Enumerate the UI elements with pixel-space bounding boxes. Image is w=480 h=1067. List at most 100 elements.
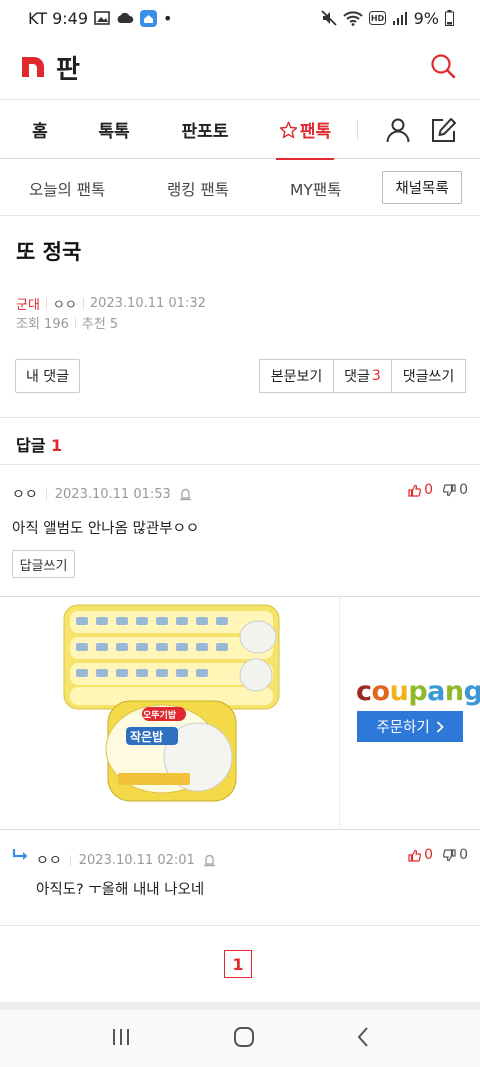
section-divider bbox=[0, 925, 480, 926]
comments-button[interactable]: 댓글 3 bbox=[334, 359, 392, 393]
coupang-logo-a: a bbox=[427, 676, 445, 707]
battery-icon bbox=[445, 10, 454, 26]
recent-apps-icon[interactable] bbox=[110, 1027, 132, 1051]
coupang-logo-g: g bbox=[463, 676, 480, 707]
thumb-up-button[interactable]: 0 bbox=[408, 482, 433, 498]
order-button[interactable]: 주문하기 bbox=[357, 711, 463, 742]
main-nav: 홈 톡톡 판포토 팬톡 bbox=[0, 101, 480, 160]
report-icon[interactable] bbox=[203, 853, 216, 867]
home-icon[interactable] bbox=[233, 1026, 255, 1052]
thumb-down-icon bbox=[443, 848, 456, 862]
home-app-icon bbox=[140, 9, 158, 27]
comment-item: ㅇㅇ 2023.10.11 01:53 0 0 아직 앨범도 안나옴 많관부ㅇㅇ… bbox=[0, 465, 480, 595]
post-author: ㅇㅇ bbox=[52, 298, 77, 313]
post-stats: 조회 196 추천 5 bbox=[16, 313, 118, 332]
comment-date: 2023.10.11 01:53 bbox=[54, 486, 171, 502]
cloud-icon bbox=[116, 12, 134, 24]
coupang-logo-u: u bbox=[389, 676, 409, 707]
meta-separator bbox=[74, 317, 76, 328]
logo[interactable]: 판 bbox=[20, 49, 80, 86]
tab-home[interactable]: 홈 bbox=[30, 101, 50, 159]
comment-date: 2023.10.11 02:01 bbox=[78, 852, 195, 868]
coupang-logo-n: n bbox=[444, 676, 464, 707]
status-bar: KT 9:49 • HD 9% bbox=[0, 0, 480, 36]
hd-icon: HD bbox=[368, 11, 386, 25]
mute-icon bbox=[320, 10, 337, 26]
comment-meta: ㅇㅇ 2023.10.11 02:01 bbox=[36, 850, 216, 870]
wifi-icon bbox=[342, 10, 363, 26]
star-icon bbox=[279, 120, 298, 139]
status-dot: • bbox=[163, 8, 173, 28]
post-title: 또 정국 bbox=[16, 240, 82, 264]
comment-meta: ㅇㅇ 2023.10.11 01:53 bbox=[12, 484, 192, 504]
comment-text: 아직 앨범도 안나옴 많관부ㅇㅇ bbox=[12, 521, 200, 537]
thumb-up-icon bbox=[408, 849, 422, 862]
gallery-icon bbox=[94, 11, 110, 25]
nav-divider bbox=[357, 120, 358, 140]
rice-tray-rows bbox=[70, 611, 273, 705]
subnav-ranking-fantok[interactable]: 랭킹 팬톡 bbox=[167, 178, 229, 200]
tab-fantok-label: 팬톡 bbox=[299, 122, 332, 142]
subnav-my-fantok[interactable]: MY팬톡 bbox=[290, 178, 341, 200]
post-recommends: 추천 5 bbox=[81, 317, 119, 332]
section-divider bbox=[0, 417, 480, 418]
pagination-current-page[interactable]: 1 bbox=[224, 950, 252, 978]
signal-icon bbox=[392, 11, 408, 25]
tab-panphoto-label: 판포토 bbox=[181, 122, 229, 142]
thumb-down-button[interactable]: 0 bbox=[443, 482, 468, 498]
comment-votes: 0 0 bbox=[408, 847, 468, 863]
order-button-label: 주문하기 bbox=[376, 720, 430, 736]
post-date: 2023.10.11 01:32 bbox=[89, 296, 206, 311]
my-comment-button[interactable]: 내 댓글 bbox=[15, 359, 80, 393]
coupang-logo-c: c bbox=[356, 676, 372, 707]
carrier-time: KT 9:49 bbox=[28, 8, 89, 28]
report-icon[interactable] bbox=[179, 487, 192, 501]
meta-separator bbox=[82, 298, 84, 309]
subnav-today-fantok[interactable]: 오늘의 팬톡 bbox=[29, 178, 105, 200]
app-title: 판 bbox=[56, 55, 80, 85]
ad-product-brand: 오뚜기밥 bbox=[143, 711, 177, 721]
write-icon[interactable] bbox=[430, 116, 458, 148]
user-icon[interactable] bbox=[385, 117, 411, 147]
tab-toktok-label: 톡톡 bbox=[98, 122, 130, 142]
comment-votes: 0 0 bbox=[408, 482, 468, 498]
coupang-logo-o: o bbox=[371, 676, 391, 707]
tab-home-label: 홈 bbox=[32, 122, 48, 142]
tab-panphoto[interactable]: 판포토 bbox=[178, 101, 232, 159]
coupang-logo-p: p bbox=[408, 676, 428, 707]
thumb-down-button[interactable]: 0 bbox=[443, 847, 468, 863]
write-comment-button[interactable]: 댓글쓰기 bbox=[392, 359, 466, 393]
post-category[interactable]: 군대 bbox=[16, 294, 40, 313]
thumb-up-count: 0 bbox=[424, 847, 434, 863]
chevron-right-icon bbox=[436, 720, 444, 733]
post-meta: 군대 ㅇㅇ 2023.10.11 01:32 bbox=[16, 294, 206, 313]
replies-label: 답글 bbox=[16, 436, 46, 455]
battery-percent: 9% bbox=[413, 8, 439, 28]
thumb-up-button[interactable]: 0 bbox=[408, 847, 433, 863]
comment-nick: ㅇㅇ bbox=[12, 487, 38, 503]
meta-separator bbox=[69, 854, 71, 866]
comments-label: 댓글 bbox=[344, 369, 370, 385]
thumb-down-count: 0 bbox=[459, 482, 468, 498]
replies-header: 답글 1 bbox=[16, 432, 62, 456]
view-body-button[interactable]: 본문보기 bbox=[259, 359, 334, 393]
tab-fantok[interactable]: 팬톡 bbox=[274, 101, 336, 160]
comment-text: 아직도? ㅜ올해 내내 나오네 bbox=[36, 882, 205, 898]
sub-nav: 오늘의 팬톡 랭킹 팬톡 MY팬톡 채널목록 bbox=[0, 160, 480, 216]
reply-write-button[interactable]: 답글쓰기 bbox=[12, 550, 75, 578]
svg-text:HD: HD bbox=[370, 14, 384, 23]
coupang-logo[interactable]: coupang bbox=[356, 676, 480, 707]
reply-item: ㅇㅇ 2023.10.11 02:01 0 0 아직도? ㅜ올해 내내 나오네 bbox=[0, 831, 480, 925]
thumb-down-icon bbox=[443, 483, 456, 497]
comments-count: 3 bbox=[371, 368, 381, 384]
back-icon[interactable] bbox=[356, 1026, 370, 1052]
post-action-group: 본문보기 댓글 3 댓글쓰기 bbox=[259, 359, 466, 393]
channel-list-button[interactable]: 채널목록 bbox=[382, 171, 462, 204]
replies-count: 1 bbox=[51, 436, 63, 455]
search-icon[interactable] bbox=[430, 53, 456, 83]
thumb-down-count: 0 bbox=[459, 847, 468, 863]
reply-arrow-icon bbox=[12, 847, 30, 866]
post-views: 조회 196 bbox=[16, 317, 69, 332]
tab-toktok[interactable]: 톡톡 bbox=[96, 101, 132, 159]
thumb-up-icon bbox=[408, 484, 422, 497]
